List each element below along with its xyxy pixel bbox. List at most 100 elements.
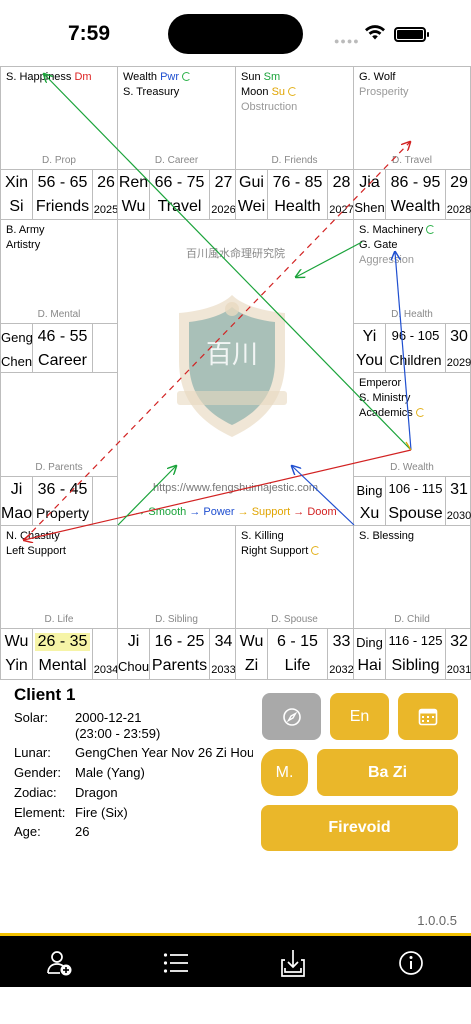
info-strip-travel: Jia Shen 86 - 95 Wealth 29 2028: [353, 169, 471, 220]
legend-power: → Power: [189, 506, 235, 518]
star-line: Obstruction: [241, 100, 349, 115]
palace-prop[interactable]: S. Happiness Dm D. Prop: [0, 66, 118, 170]
transform-ring-icon: [415, 408, 425, 417]
palace-health[interactable]: S. Machinery G. Gate Aggression D. Health: [353, 219, 471, 324]
tab-download[interactable]: [275, 946, 311, 980]
annual-age: 29: [450, 174, 468, 191]
info-strip-career: Ren Wu 66 - 75 Travel 27 2026: [117, 169, 236, 220]
year-info: 31 2030: [445, 477, 471, 525]
stem-branch: Ji Chou: [118, 629, 149, 679]
info-icon: [399, 951, 423, 975]
tab-client-list[interactable]: [158, 946, 194, 980]
ziwei-chart: S. Happiness Dm D. Prop Wealth Pwr S. Trea…: [0, 66, 471, 680]
compass-button[interactable]: [262, 693, 321, 740]
status-bar: 7:59 ●●●●: [0, 0, 471, 66]
star-text: G. Wolf: [359, 71, 396, 83]
mode-button[interactable]: M.: [261, 749, 308, 796]
star-line: S. Happiness Dm: [6, 70, 113, 85]
annual-year: 2033: [211, 664, 236, 676]
palace-parents[interactable]: D. Parents: [0, 372, 118, 477]
palace-friends[interactable]: Sun Sm Moon Su Obstruction D. Friends: [235, 66, 354, 170]
star-line: Wealth Pwr: [123, 70, 231, 85]
status-time: 7:59: [68, 22, 111, 45]
decade-range: 56 - 65 Friends: [32, 170, 92, 219]
stem-branch: Geng Chen: [1, 324, 33, 372]
compass-icon: [282, 707, 301, 726]
star-line: G. Wolf: [359, 70, 466, 85]
earthly-branch: Chen: [1, 354, 33, 369]
age-range: 96 - 105: [391, 328, 440, 343]
annual-year: 2027: [329, 204, 354, 216]
info-strip-spouse: Wu Zi 6 - 15 Life 33 2032: [235, 628, 354, 680]
palace-child[interactable]: S. Blessing D. Child: [353, 525, 471, 629]
palace-travel[interactable]: G. Wolf Prosperity D. Travel: [353, 66, 471, 170]
palace-name: D. Mental: [37, 309, 81, 320]
star-text: Sun: [241, 71, 264, 83]
dynamic-island: [168, 14, 303, 54]
calendar-button[interactable]: [398, 693, 458, 740]
annual-age: 31: [450, 481, 468, 498]
tab-add-client[interactable]: [42, 946, 78, 980]
info-strip-health: Yi You 96 - 105 Children 30 2029: [353, 323, 471, 373]
heavenly-stem: Bing: [356, 483, 383, 498]
star-line: S. Machinery: [359, 223, 466, 238]
firevoid-button[interactable]: Firevoid: [261, 805, 458, 851]
star-text: Left Support: [6, 545, 66, 557]
star-line: Prosperity: [359, 85, 466, 100]
palace-sibling[interactable]: D. Sibling: [117, 525, 236, 629]
star-line: N. Chastity: [6, 529, 113, 544]
legend-support: → Support: [237, 506, 291, 518]
palace-name: D. Spouse: [271, 614, 318, 625]
annual-year: 2032: [329, 664, 354, 676]
decade-palace: Friends: [35, 198, 90, 215]
year-info: 29 2028: [445, 170, 471, 219]
stem-branch: Ji Mao: [1, 477, 32, 525]
heavenly-stem: Ding: [356, 635, 383, 650]
annual-age: 26: [97, 174, 115, 191]
app-version: 1.0.0.5: [417, 913, 457, 928]
decade-range: 16 - 25 Parents: [149, 629, 209, 679]
star-line: S. Blessing: [359, 529, 466, 544]
bazi-button[interactable]: Ba Zi: [317, 749, 458, 796]
age-range: 66 - 75: [154, 174, 205, 191]
palace-stars: S. Happiness Dm: [6, 70, 113, 85]
decade-palace: Parents: [151, 657, 208, 674]
year-info: 32 2031: [445, 629, 471, 679]
palace-career[interactable]: Wealth Pwr S. Treasury D. Career: [117, 66, 236, 170]
decade-range: 116 - 125 Sibling: [385, 629, 445, 679]
star-text: S. Machinery: [359, 224, 424, 236]
tab-info[interactable]: [393, 946, 429, 980]
palace-name: D. Sibling: [155, 614, 198, 625]
age-range: 106 - 115: [388, 481, 443, 496]
institute-url[interactable]: https://www.fengshuimajestic.com: [117, 482, 354, 494]
info-strip-sibling: Ji Chou 16 - 25 Parents 34 2033: [117, 628, 236, 680]
institute-logo-icon: 百川: [177, 295, 287, 437]
year-info: 27 2026: [209, 170, 237, 219]
earthly-branch: Yin: [5, 657, 28, 674]
stem-branch: Wu Yin: [1, 629, 32, 679]
star-text: Su: [271, 86, 286, 98]
decade-palace: Career: [38, 352, 87, 369]
decade-palace: Children: [389, 352, 442, 368]
palace-life[interactable]: N. Chastity Left Support D. Life: [0, 525, 118, 629]
info-strip-parents: Ji Mao 36 - 45 Property: [0, 476, 118, 526]
calendar-icon: [418, 708, 438, 726]
signal-icon: ●●●●: [334, 36, 360, 46]
stem-branch: Xin Si: [1, 170, 32, 219]
decade-palace: Health: [274, 198, 321, 215]
language-button[interactable]: En: [330, 693, 389, 740]
star-line: G. Gate: [359, 238, 466, 253]
palace-wealth[interactable]: Emperor S. Ministry Academics D. Wealth: [353, 372, 471, 477]
palace-mental[interactable]: B. Army Artistry D. Mental: [0, 219, 118, 324]
palace-spouse[interactable]: S. Killing Right Support D. Spouse: [235, 525, 354, 629]
earthly-branch: Wei: [237, 198, 266, 215]
stem-branch: Wu Zi: [236, 629, 267, 679]
earthly-branch: Mao: [1, 505, 33, 522]
decade-range: 106 - 115 Spouse: [385, 477, 445, 525]
transform-ring-icon: [288, 87, 298, 96]
legend-doom: → Doom: [293, 506, 337, 518]
palace-name: D. Child: [394, 614, 430, 625]
palace-name: D. Life: [44, 614, 74, 625]
annual-year: 2026: [211, 204, 236, 216]
annual-age: 32: [450, 633, 468, 650]
